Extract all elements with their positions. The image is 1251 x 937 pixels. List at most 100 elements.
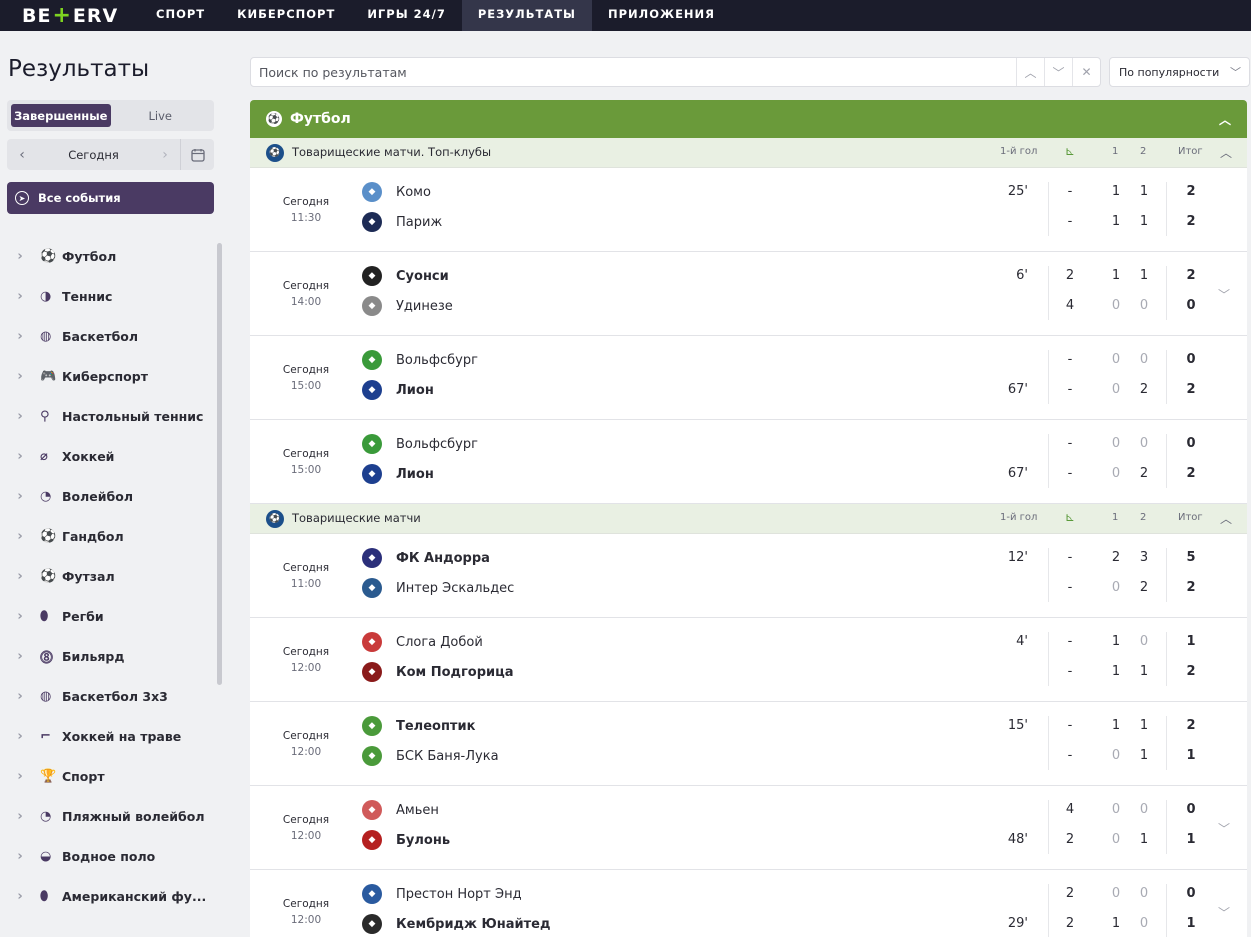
team-away[interactable]: ◆ Лион <box>362 464 434 484</box>
team-away[interactable]: ◆ Кембридж Юнайтед <box>362 914 551 934</box>
chevron-left-icon[interactable]: ‹ <box>7 147 37 163</box>
nav-item-0[interactable]: СПОРТ <box>140 0 221 31</box>
team-away[interactable]: ◆ Интер Эскальдес <box>362 578 514 598</box>
sidebar-sport-item[interactable]: › ⚲ Настольный теннис <box>0 396 215 436</box>
toggle-live[interactable]: Live <box>111 104 211 127</box>
score-divider <box>1166 434 1167 488</box>
sidebar-sport-item[interactable]: › ◒ Водное поло <box>0 836 215 876</box>
chevron-up-icon[interactable]: ︿ <box>1016 58 1044 86</box>
expand-chevron-icon[interactable]: ﹀ <box>1218 904 1230 921</box>
team-home[interactable]: ◆ Престон Норт Энд <box>362 884 522 904</box>
nav-item-4[interactable]: ПРИЛОЖЕНИЯ <box>592 0 731 31</box>
team-home[interactable]: ◆ Телеоптик <box>362 716 475 736</box>
expand-chevron-icon[interactable]: ﹀ <box>1218 820 1230 837</box>
brand-logo[interactable]: BE + ERV <box>0 3 140 28</box>
score-divider <box>1166 716 1167 770</box>
chevron-right-icon[interactable]: › <box>150 147 180 163</box>
score-divider <box>1048 800 1049 854</box>
team-away[interactable]: ◆ Ком Подгорица <box>362 662 514 682</box>
match-row[interactable]: Сегодня 15:00 ◆ Вольфсбург ◆ Лион 67' - - 0 0 0 2 0 2 <box>250 420 1247 504</box>
sidebar-scrollbar[interactable] <box>217 243 222 685</box>
score-p1: 0 <box>1111 580 1121 595</box>
league-header[interactable]: ⚽ Товарищеские матчи 1-й гол 1 2 Итог ⊾ ︿ <box>250 504 1247 534</box>
score-p1: 0 <box>1111 886 1121 901</box>
goal-minute: 4' <box>1016 634 1028 649</box>
team-home[interactable]: ◆ Слога Добой <box>362 632 483 652</box>
sport-icon: ⬮ <box>40 888 49 904</box>
team-name: Интер Эскальдес <box>396 580 515 596</box>
nav-item-1[interactable]: КИБЕРСПОРТ <box>221 0 351 31</box>
total-header: Итог <box>1178 512 1203 523</box>
toggle-finished[interactable]: Завершенные <box>11 104 111 127</box>
sidebar-sport-item[interactable]: › ⌐ Хоккей на траве <box>0 716 215 756</box>
chevron-right-icon: › <box>17 688 23 704</box>
match-row[interactable]: Сегодня 12:00 ◆ Амьен ◆ Булонь 48' 4 2 0 0 0 1 0 1 ﹀ <box>250 786 1247 870</box>
collapse-icon[interactable]: ︿ <box>1219 111 1231 128</box>
sidebar-sport-item[interactable]: › ◍ Баскетбол <box>0 316 215 356</box>
sidebar-sport-item[interactable]: › ⬮ Американский фу... <box>0 876 215 916</box>
nav-item-2[interactable]: ИГРЫ 24/7 <box>351 0 462 31</box>
collapse-icon[interactable]: ︿ <box>1220 510 1232 527</box>
chevron-down-icon[interactable]: ﹀ <box>1044 58 1072 86</box>
match-row[interactable]: Сегодня 12:00 ◆ Слога Добой ◆ Ком Подгорица 4'… <box>250 618 1247 702</box>
team-away[interactable]: ◆ Булонь <box>362 830 450 850</box>
expand-chevron-icon[interactable]: ﹀ <box>1218 286 1230 303</box>
team-away[interactable]: ◆ Париж <box>362 212 442 232</box>
chevron-right-icon: › <box>17 808 23 824</box>
sidebar-sport-item[interactable]: › ⚽ Гандбол <box>0 516 215 556</box>
sidebar-sport-item[interactable]: › 🏆 Спорт <box>0 756 215 796</box>
team-home[interactable]: ◆ Суонси <box>362 266 449 286</box>
score-divider <box>1048 716 1049 770</box>
match-row[interactable]: Сегодня 12:00 ◆ Телеоптик ◆ БСК Баня-Лука 15' -… <box>250 702 1247 786</box>
score-p2: 0 <box>1139 886 1149 901</box>
collapse-icon[interactable]: ︿ <box>1220 144 1232 161</box>
team-home[interactable]: ◆ Вольфсбург <box>362 434 478 454</box>
close-icon[interactable]: ✕ <box>1072 58 1100 86</box>
sidebar-sport-item[interactable]: › ◔ Волейбол <box>0 476 215 516</box>
team-away[interactable]: ◆ БСК Баня-Лука <box>362 746 499 766</box>
corner-icon: ⊾ <box>1065 144 1076 158</box>
sidebar-sport-item[interactable]: › ◍ Баскетбол 3х3 <box>0 676 215 716</box>
score-p2: 0 <box>1139 634 1149 649</box>
sidebar-sport-item[interactable]: › 🎮 Киберспорт <box>0 356 215 396</box>
match-row[interactable]: Сегодня 12:00 ◆ Престон Норт Энд ◆ Кембридж Ю… <box>250 870 1247 937</box>
team-logo-icon: ◆ <box>362 830 382 850</box>
results-panel: ⚽ Футбол ︿ ⚽ Товарищеские матчи. Топ-клуб… <box>250 100 1247 937</box>
sidebar-sport-item[interactable]: › ⬮ Регби <box>0 596 215 636</box>
score-tot: 2 <box>1186 580 1196 595</box>
team-home[interactable]: ◆ Вольфсбург <box>362 350 478 370</box>
team-home[interactable]: ◆ ФК Андорра <box>362 548 490 568</box>
sidebar-sport-item[interactable]: › ⌀ Хоккей <box>0 436 215 476</box>
sport-icon: ⚽ <box>40 568 57 584</box>
team-away[interactable]: ◆ Лион <box>362 380 434 400</box>
sport-label: Баскетбол <box>62 328 139 344</box>
search-input[interactable]: Поиск по результатам <box>251 65 1016 80</box>
score-p1: 0 <box>1111 832 1121 847</box>
nav-item-3[interactable]: РЕЗУЛЬТАТЫ <box>461 0 592 31</box>
team-name: Париж <box>396 214 443 230</box>
match-row[interactable]: Сегодня 11:30 ◆ Комо ◆ Париж 25' - - 1 1 1 1 2 2 <box>250 168 1247 252</box>
sidebar-sport-item[interactable]: › ⚽ Футбол <box>0 236 215 276</box>
sidebar-sport-item[interactable]: › ⚽ Футзал <box>0 556 215 596</box>
match-row[interactable]: Сегодня 14:00 ◆ Суонси ◆ Удинезе 6' 2 4 1 0 1 0 2 0 ﹀ <box>250 252 1247 336</box>
score-tot: 0 <box>1186 886 1196 901</box>
match-date: Сегодня <box>282 730 330 742</box>
sidebar-sport-item[interactable]: › ◑ Теннис <box>0 276 215 316</box>
team-home[interactable]: ◆ Амьен <box>362 800 439 820</box>
sidebar-sport-item[interactable]: › ◔ Пляжный волейбол <box>0 796 215 836</box>
team-away[interactable]: ◆ Удинезе <box>362 296 453 316</box>
sidebar-sport-item[interactable]: › ⓼ Бильярд <box>0 636 215 676</box>
match-row[interactable]: Сегодня 15:00 ◆ Вольфсбург ◆ Лион 67' - - 0 0 0 2 0 2 <box>250 336 1247 420</box>
match-row[interactable]: Сегодня 11:00 ◆ ФК Андорра ◆ Интер Эскальдес 1… <box>250 534 1247 618</box>
all-events-button[interactable]: ➤ Все события <box>7 182 214 214</box>
match-date: Сегодня <box>282 898 330 910</box>
goal-minute: 29' <box>1007 916 1028 931</box>
team-home[interactable]: ◆ Комо <box>362 182 431 202</box>
sport-section-header[interactable]: ⚽ Футбол ︿ <box>250 100 1247 138</box>
chevron-right-icon: › <box>17 328 23 344</box>
league-header[interactable]: ⚽ Товарищеские матчи. Топ-клубы 1-й гол 1 2 И… <box>250 138 1247 168</box>
chevron-right-icon: › <box>17 408 23 424</box>
sort-select[interactable]: По популярности ﹀ <box>1109 57 1250 87</box>
calendar-icon[interactable] <box>180 139 214 170</box>
team-name: Удинезе <box>396 298 453 314</box>
